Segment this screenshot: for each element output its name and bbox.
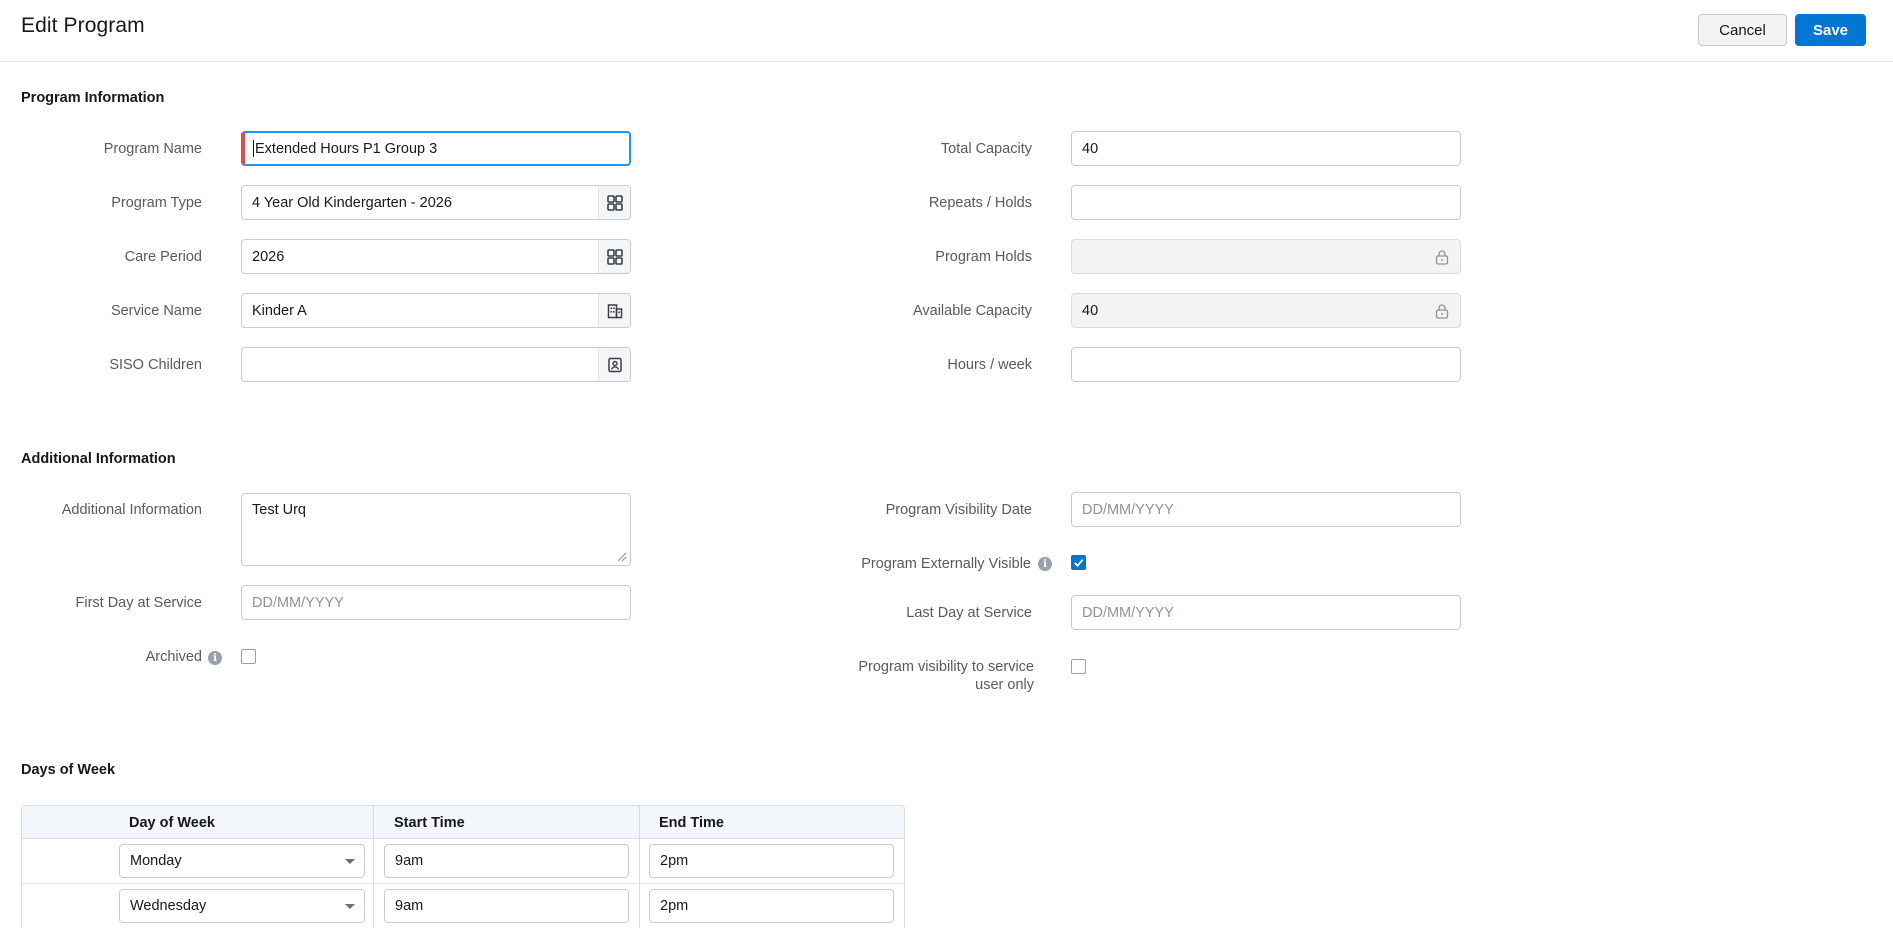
repeats-holds-label: Repeats / Holds xyxy=(928,195,1032,211)
program-holds-label: Program Holds xyxy=(935,249,1032,265)
text-caret xyxy=(253,140,254,157)
last-day-label: Last Day at Service xyxy=(906,605,1032,621)
additional-info-label: Additional Information xyxy=(61,502,202,518)
archived-label: Archived xyxy=(145,649,202,665)
section-title-additional-information: Additional Information xyxy=(21,451,176,467)
checkmark-icon xyxy=(1074,559,1084,568)
hours-week-input[interactable] xyxy=(1071,347,1461,382)
table-row: Monday 9am 2pm xyxy=(22,839,904,884)
siso-children-label: SISO Children xyxy=(109,357,202,373)
table-header: Day of Week Start Time End Time xyxy=(22,806,904,839)
visibility-date-label: Program Visibility Date xyxy=(885,502,1032,518)
cancel-button[interactable]: Cancel xyxy=(1698,14,1787,46)
chevron-down-icon xyxy=(345,859,355,864)
column-header-end-time: End Time xyxy=(659,814,724,831)
externally-visible-checkbox[interactable] xyxy=(1071,555,1086,570)
start-time-value: 9am xyxy=(395,898,424,914)
page-header: Edit Program Cancel Save xyxy=(0,0,1893,62)
externally-visible-label: Program Externally Visible xyxy=(861,556,1031,572)
program-type-label: Program Type xyxy=(111,195,202,211)
visibility-date-placeholder: DD/MM/YYYY xyxy=(1082,501,1174,518)
column-header-day: Day of Week xyxy=(129,814,215,831)
care-period-label: Care Period xyxy=(124,249,202,265)
chevron-down-icon xyxy=(345,904,355,909)
days-of-week-table: Day of Week Start Time End Time Monday 9… xyxy=(21,805,905,928)
building-icon[interactable] xyxy=(598,294,630,327)
available-capacity-input: 40 xyxy=(1071,293,1461,328)
section-title-program-information: Program Information xyxy=(21,90,165,106)
hours-week-label: Hours / week xyxy=(947,357,1032,373)
program-name-value: Extended Hours P1 Group 3 xyxy=(255,140,438,157)
contact-card-icon[interactable] xyxy=(598,348,630,381)
program-holds-input xyxy=(1071,239,1461,274)
save-button[interactable]: Save xyxy=(1795,14,1866,46)
end-time-value: 2pm xyxy=(660,853,689,869)
first-day-placeholder: DD/MM/YYYY xyxy=(252,594,344,611)
start-time-value: 9am xyxy=(395,853,424,869)
service-name-label: Service Name xyxy=(110,303,202,319)
lock-icon xyxy=(1435,304,1449,319)
page-title: Edit Program xyxy=(21,14,145,37)
total-capacity-value: 40 xyxy=(1082,140,1099,157)
lookup-grid-icon[interactable] xyxy=(598,186,630,219)
service-user-only-label: Program visibility to service user only xyxy=(858,658,1034,694)
day-select-value: Wednesday xyxy=(130,898,207,914)
archived-checkbox[interactable] xyxy=(241,649,256,664)
available-capacity-value: 40 xyxy=(1082,302,1099,319)
day-select[interactable]: Wednesday xyxy=(119,889,365,923)
service-user-only-label-line1: Program visibility to service xyxy=(858,659,1034,675)
care-period-value: 2026 xyxy=(252,248,285,265)
additional-info-value: Test Urq xyxy=(252,502,306,518)
service-name-lookup[interactable]: Kinder A xyxy=(241,293,631,328)
service-name-value: Kinder A xyxy=(252,302,307,319)
column-header-start-time: Start Time xyxy=(394,814,465,831)
visibility-date-input[interactable]: DD/MM/YYYY xyxy=(1071,492,1461,527)
day-select[interactable]: Monday xyxy=(119,844,365,878)
program-type-lookup[interactable]: 4 Year Old Kindergarten - 2026 xyxy=(241,185,631,220)
info-icon[interactable]: i xyxy=(208,651,222,665)
start-time-input[interactable]: 9am xyxy=(384,844,629,878)
repeats-holds-input[interactable] xyxy=(1071,185,1461,220)
start-time-input[interactable]: 9am xyxy=(384,889,629,923)
resize-handle-icon[interactable] xyxy=(615,550,627,562)
program-type-value: 4 Year Old Kindergarten - 2026 xyxy=(252,194,452,211)
lookup-grid-icon[interactable] xyxy=(598,240,630,273)
lock-icon xyxy=(1435,250,1449,265)
care-period-lookup[interactable]: 2026 xyxy=(241,239,631,274)
day-select-value: Monday xyxy=(130,853,182,869)
end-time-input[interactable]: 2pm xyxy=(649,844,894,878)
siso-children-lookup[interactable] xyxy=(241,347,631,382)
table-row: Wednesday 9am 2pm xyxy=(22,884,904,928)
total-capacity-input[interactable]: 40 xyxy=(1071,131,1461,166)
last-day-date-input[interactable]: DD/MM/YYYY xyxy=(1071,595,1461,630)
total-capacity-label: Total Capacity xyxy=(940,141,1032,157)
program-name-input[interactable]: Extended Hours P1 Group 3 xyxy=(241,131,631,166)
first-day-date-input[interactable]: DD/MM/YYYY xyxy=(241,585,631,620)
additional-info-textarea[interactable]: Test Urq xyxy=(241,493,631,566)
section-title-days-of-week: Days of Week xyxy=(21,762,116,778)
end-time-input[interactable]: 2pm xyxy=(649,889,894,923)
program-name-label: Program Name xyxy=(103,141,202,157)
service-user-only-label-line2: user only xyxy=(975,677,1034,693)
first-day-label: First Day at Service xyxy=(75,595,203,611)
service-user-only-checkbox[interactable] xyxy=(1071,659,1086,674)
last-day-placeholder: DD/MM/YYYY xyxy=(1082,604,1174,621)
end-time-value: 2pm xyxy=(660,898,689,914)
available-capacity-label: Available Capacity xyxy=(912,303,1032,319)
info-icon[interactable]: i xyxy=(1038,557,1052,571)
